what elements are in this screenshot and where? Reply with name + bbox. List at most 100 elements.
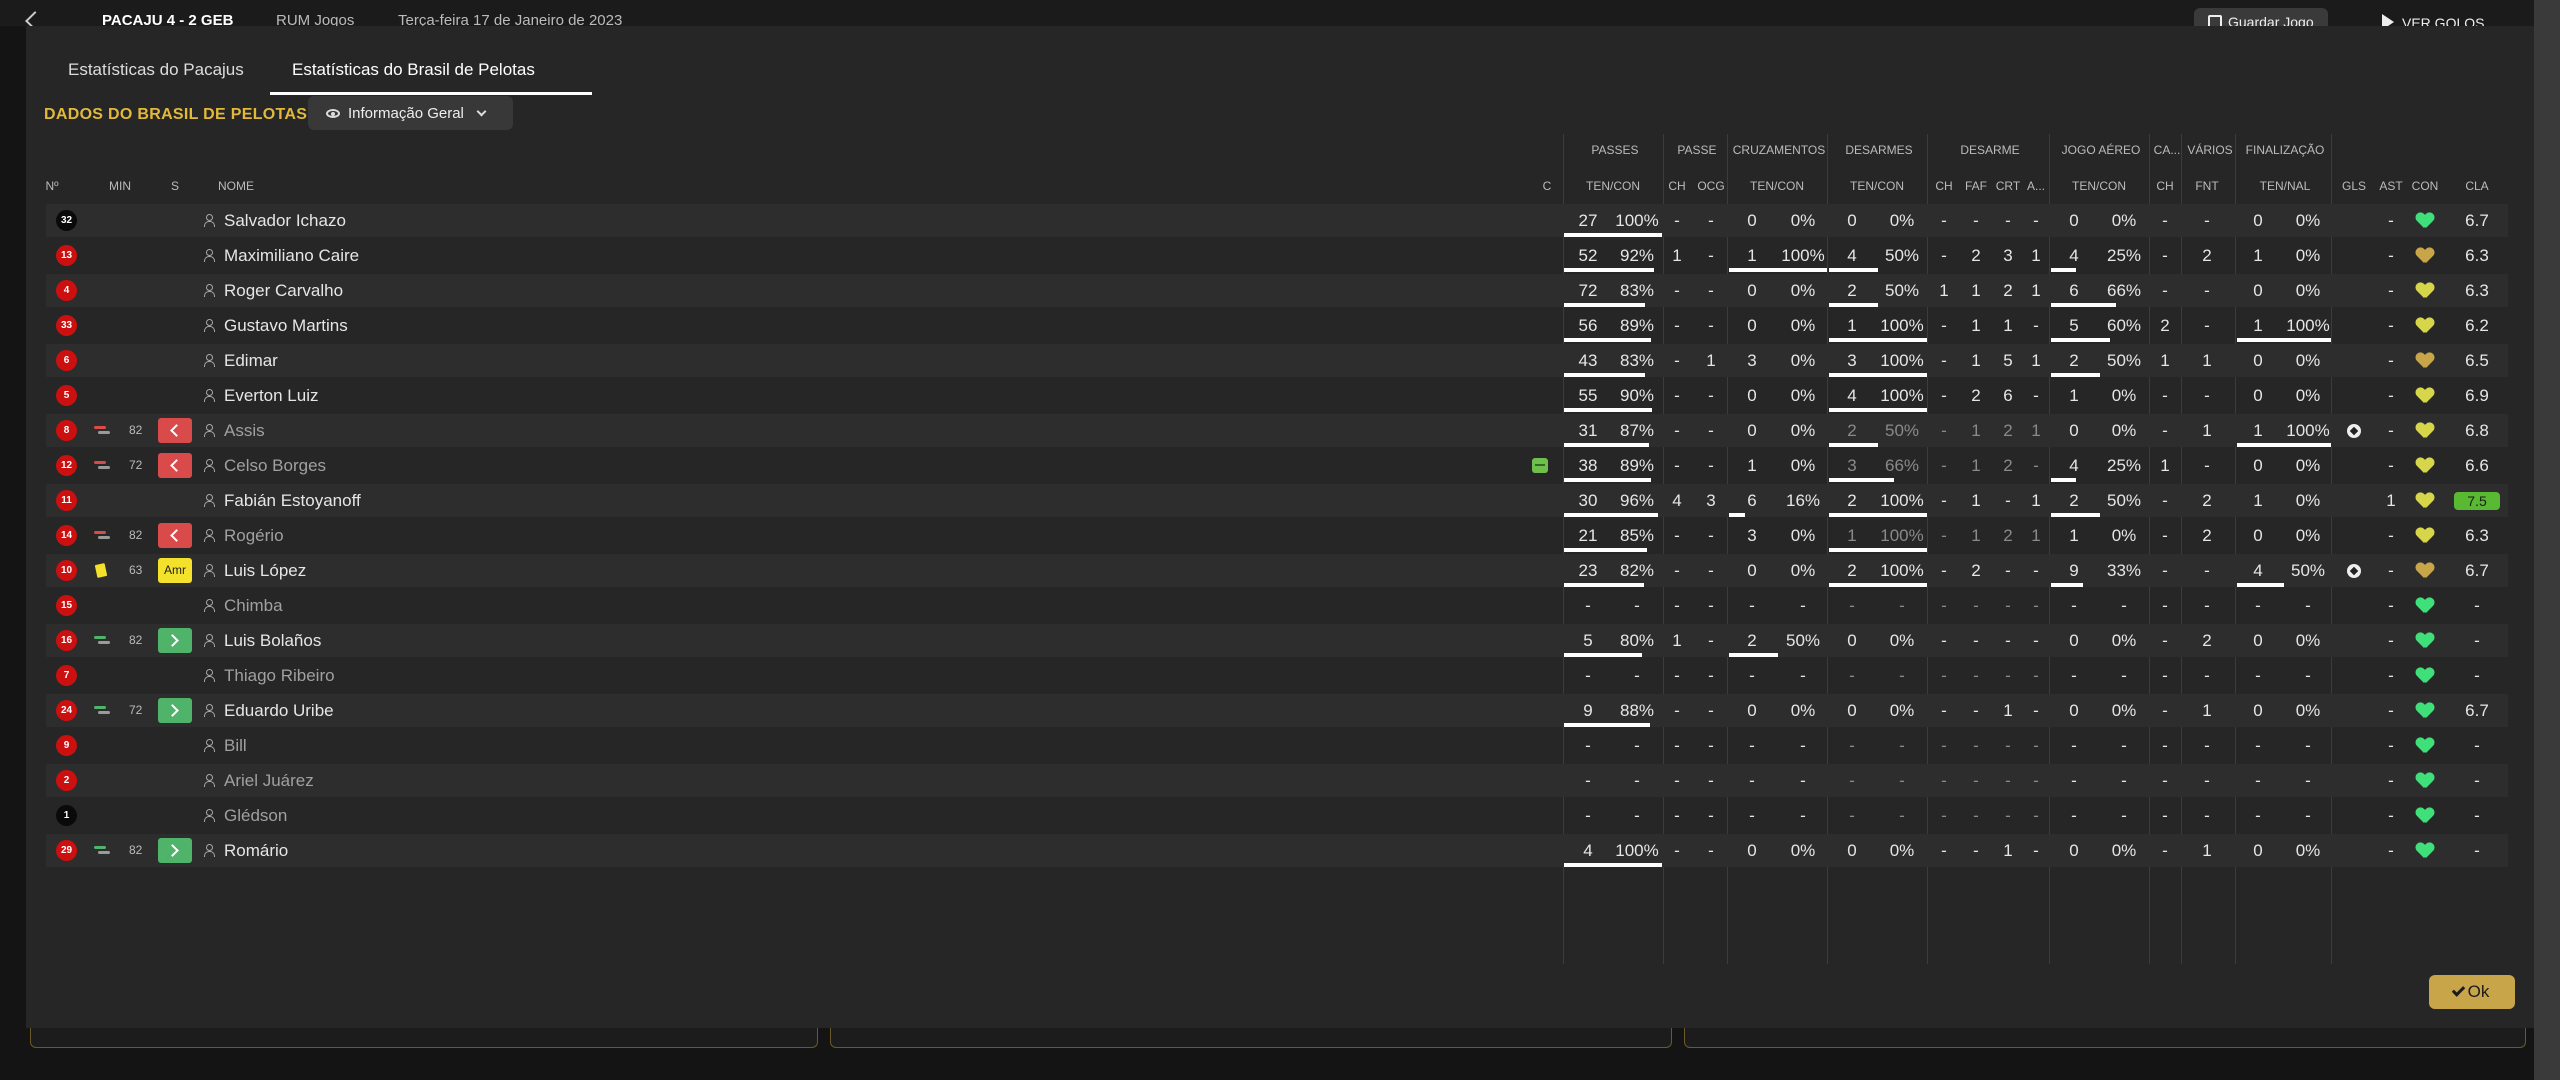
player-name[interactable]: Romário	[224, 834, 288, 867]
column-header-d-a[interactable]: A...	[2006, 179, 2066, 195]
column-header-fnt[interactable]: FNT	[2177, 179, 2237, 195]
column-header-passes-tc[interactable]: TEN/CON	[1583, 179, 1643, 195]
player-profile-icon[interactable]	[203, 214, 215, 227]
player-name[interactable]: Fabián Estoyanoff	[224, 484, 361, 517]
player-name[interactable]: Roger Carvalho	[224, 274, 343, 307]
player-name[interactable]: Thiago Ribeiro	[224, 659, 335, 692]
headers-pct: -	[2121, 806, 2127, 825]
player-name[interactable]: Maximiliano Caire	[224, 239, 359, 272]
player-profile-icon[interactable]	[203, 319, 215, 332]
table-row[interactable]: 11 Fabián Estoyanoff 30 96% 4 3 6 16% 2 100% -1-1 2…	[46, 484, 2508, 517]
player-profile-icon[interactable]	[203, 354, 215, 367]
table-row[interactable]: 2 Ariel Juárez - - - - - - - - - - - - - - - - - - - -	[46, 764, 2508, 797]
player-profile-icon[interactable]	[203, 284, 215, 297]
tackle-faf: 2	[1971, 561, 1981, 580]
table-row[interactable]: 14 82 Rogério 21 85% - -3 0% 1 100% -1 2 1 1 0% -2 0 0% -6…	[46, 519, 2508, 552]
passes-completion-bar	[1564, 408, 1652, 412]
player-profile-icon[interactable]	[203, 249, 215, 262]
player-name[interactable]: Eduardo Uribe	[224, 694, 334, 727]
substitution-out-indicator[interactable]	[158, 418, 192, 443]
table-row[interactable]: 32 Salvador Ichazo 27 100% - -0 0% 0 0% - - - -0 0% - -…	[46, 204, 2508, 237]
player-profile-icon[interactable]	[203, 494, 215, 507]
column-header-cruz-tc[interactable]: TEN/CON	[1747, 179, 1807, 195]
player-profile-icon[interactable]	[203, 809, 215, 822]
table-row[interactable]: 13 Maximiliano Caire 52 92% 1-1 100% 4 50% -2 3 1 4…	[46, 239, 2508, 272]
table-row[interactable]: 7 Thiago Ribeiro - - - - - - - - - - - - - - - - - - - -	[46, 659, 2508, 692]
table-row[interactable]: 33 Gustavo Martins 56 89% - -0 0% 1 100% -1 1-5 60%…	[46, 309, 2508, 342]
player-profile-icon[interactable]	[203, 389, 215, 402]
table-row[interactable]: 9 Bill - - - - - - - - - - - - - - - - - - - -	[46, 729, 2508, 762]
table-row[interactable]: 16 82 Luis Bolaños 5 80% 1-2 50% 0 0% - - - -0 0% -2 0 0…	[46, 624, 2508, 657]
headers-pct: 50%	[2106, 351, 2142, 370]
substitution-out-indicator[interactable]	[158, 453, 192, 478]
column-header-passe-ocg[interactable]: OCG	[1681, 179, 1741, 195]
player-profile-icon[interactable]	[203, 634, 215, 647]
player-profile-icon[interactable]	[203, 704, 215, 717]
player-name[interactable]: Luis Bolaños	[224, 624, 321, 657]
player-profile-icon[interactable]	[203, 599, 215, 612]
table-row[interactable]: 15 Chimba - - - - - - - - - - - - - - - - - - - -	[46, 589, 2508, 622]
player-profile-icon[interactable]	[203, 529, 215, 542]
column-header-con[interactable]: CON	[2395, 179, 2455, 195]
goal-ball-icon	[2347, 424, 2361, 438]
tackles-completion-bar	[1829, 583, 1927, 587]
column-header-des-tc[interactable]: TEN/CON	[1847, 179, 1907, 195]
column-header-aer-tc[interactable]: TEN/CON	[2069, 179, 2129, 195]
player-name[interactable]: Luis López	[224, 554, 306, 587]
player-name[interactable]: Chimba	[224, 589, 283, 622]
ca-ch: -	[2162, 281, 2168, 300]
player-profile-icon[interactable]	[203, 844, 215, 857]
table-row[interactable]: 8 82 Assis 31 87% - -0 0% 2 50% -1 2 1 0 0% -1 1 100% -6.8	[46, 414, 2508, 447]
table-row[interactable]: 6 Edimar 43 83% -1 3 0% 3 100% -1 5 1 2 50% 1 1 0 0% -6.5	[46, 344, 2508, 377]
column-header-num[interactable]: Nº	[22, 179, 82, 195]
table-row[interactable]: 29 82 Romário 4 100% - -0 0% 0 0% - -1-0 0% -1 0 0% - -	[46, 834, 2508, 867]
player-name[interactable]: Glédson	[224, 799, 287, 832]
player-name[interactable]: Rogério	[224, 519, 284, 552]
tackles-pct: 0%	[1889, 701, 1915, 720]
player-name[interactable]: Celso Borges	[224, 449, 326, 482]
column-header-s[interactable]: S	[145, 179, 205, 195]
crosses-attempted: -	[1749, 596, 1755, 615]
column-header-c[interactable]: C	[1517, 179, 1577, 195]
group-header-passe: PASSE	[1677, 143, 1717, 157]
player-name[interactable]: Salvador Ichazo	[224, 204, 346, 237]
match-rating: 6.3	[2465, 281, 2489, 300]
player-name[interactable]: Bill	[224, 729, 247, 762]
player-name[interactable]: Ariel Juárez	[224, 764, 314, 797]
column-header-cla[interactable]: CLA	[2447, 179, 2507, 195]
tab-pacajus-stats[interactable]: Estatísticas do Pacajus	[68, 60, 244, 90]
condition-heart-icon	[2416, 283, 2434, 299]
column-header-min[interactable]: MIN	[90, 179, 150, 195]
player-name[interactable]: Assis	[224, 414, 265, 447]
player-name[interactable]: Gustavo Martins	[224, 309, 348, 342]
table-row[interactable]: 12 72 Celso Borges 38 89% - -1 0% 3 66% -1 2-4 25% 1-…	[46, 449, 2508, 482]
player-profile-icon[interactable]	[203, 669, 215, 682]
substitution-in-indicator[interactable]	[158, 628, 192, 653]
column-header-nome[interactable]: NOME	[218, 179, 254, 195]
table-row[interactable]: 5 Everton Luiz 55 90% - -0 0% 4 100% -2 6-1 0% - -0 0%…	[46, 379, 2508, 412]
tab-brasil-stats[interactable]: Estatísticas do Brasil de Pelotas	[292, 60, 535, 90]
table-row[interactable]: 10 63 Amr Luis López 23 82% - -0 0% 2 100% -2- -9 33%…	[46, 554, 2508, 587]
view-dropdown[interactable]: Informação Geral	[308, 96, 513, 130]
tackle-a: -	[2033, 561, 2039, 580]
column-header-fin-tn[interactable]: TEN/NAL	[2255, 179, 2315, 195]
player-profile-icon[interactable]	[203, 459, 215, 472]
substitution-in-indicator[interactable]	[158, 838, 192, 863]
player-profile-icon[interactable]	[203, 424, 215, 437]
substitution-out-indicator[interactable]	[158, 523, 192, 548]
substituted-off-icon	[94, 426, 110, 436]
player-profile-icon[interactable]	[203, 774, 215, 787]
player-profile-icon[interactable]	[203, 739, 215, 752]
substitution-in-indicator[interactable]	[158, 698, 192, 723]
table-row[interactable]: 24 72 Eduardo Uribe 9 88% - -0 0% 0 0% - -1-0 0% -1 0 0…	[46, 694, 2508, 727]
yellow-card-indicator[interactable]: Amr	[158, 558, 192, 583]
ok-button[interactable]: Ok	[2429, 975, 2515, 1009]
player-name[interactable]: Everton Luiz	[224, 379, 319, 412]
shirt-number-badge: 32	[56, 210, 77, 231]
table-row[interactable]: 1 Glédson - - - - - - - - - - - - - - - - - - - -	[46, 799, 2508, 832]
player-profile-icon[interactable]	[203, 564, 215, 577]
crosses-attempted: 3	[1747, 526, 1757, 545]
table-row[interactable]: 4 Roger Carvalho 72 83% - -0 0% 2 50% 1 1 2 1 6 66% - -0…	[46, 274, 2508, 307]
player-name[interactable]: Edimar	[224, 344, 278, 377]
fouls: 2	[2202, 491, 2212, 510]
